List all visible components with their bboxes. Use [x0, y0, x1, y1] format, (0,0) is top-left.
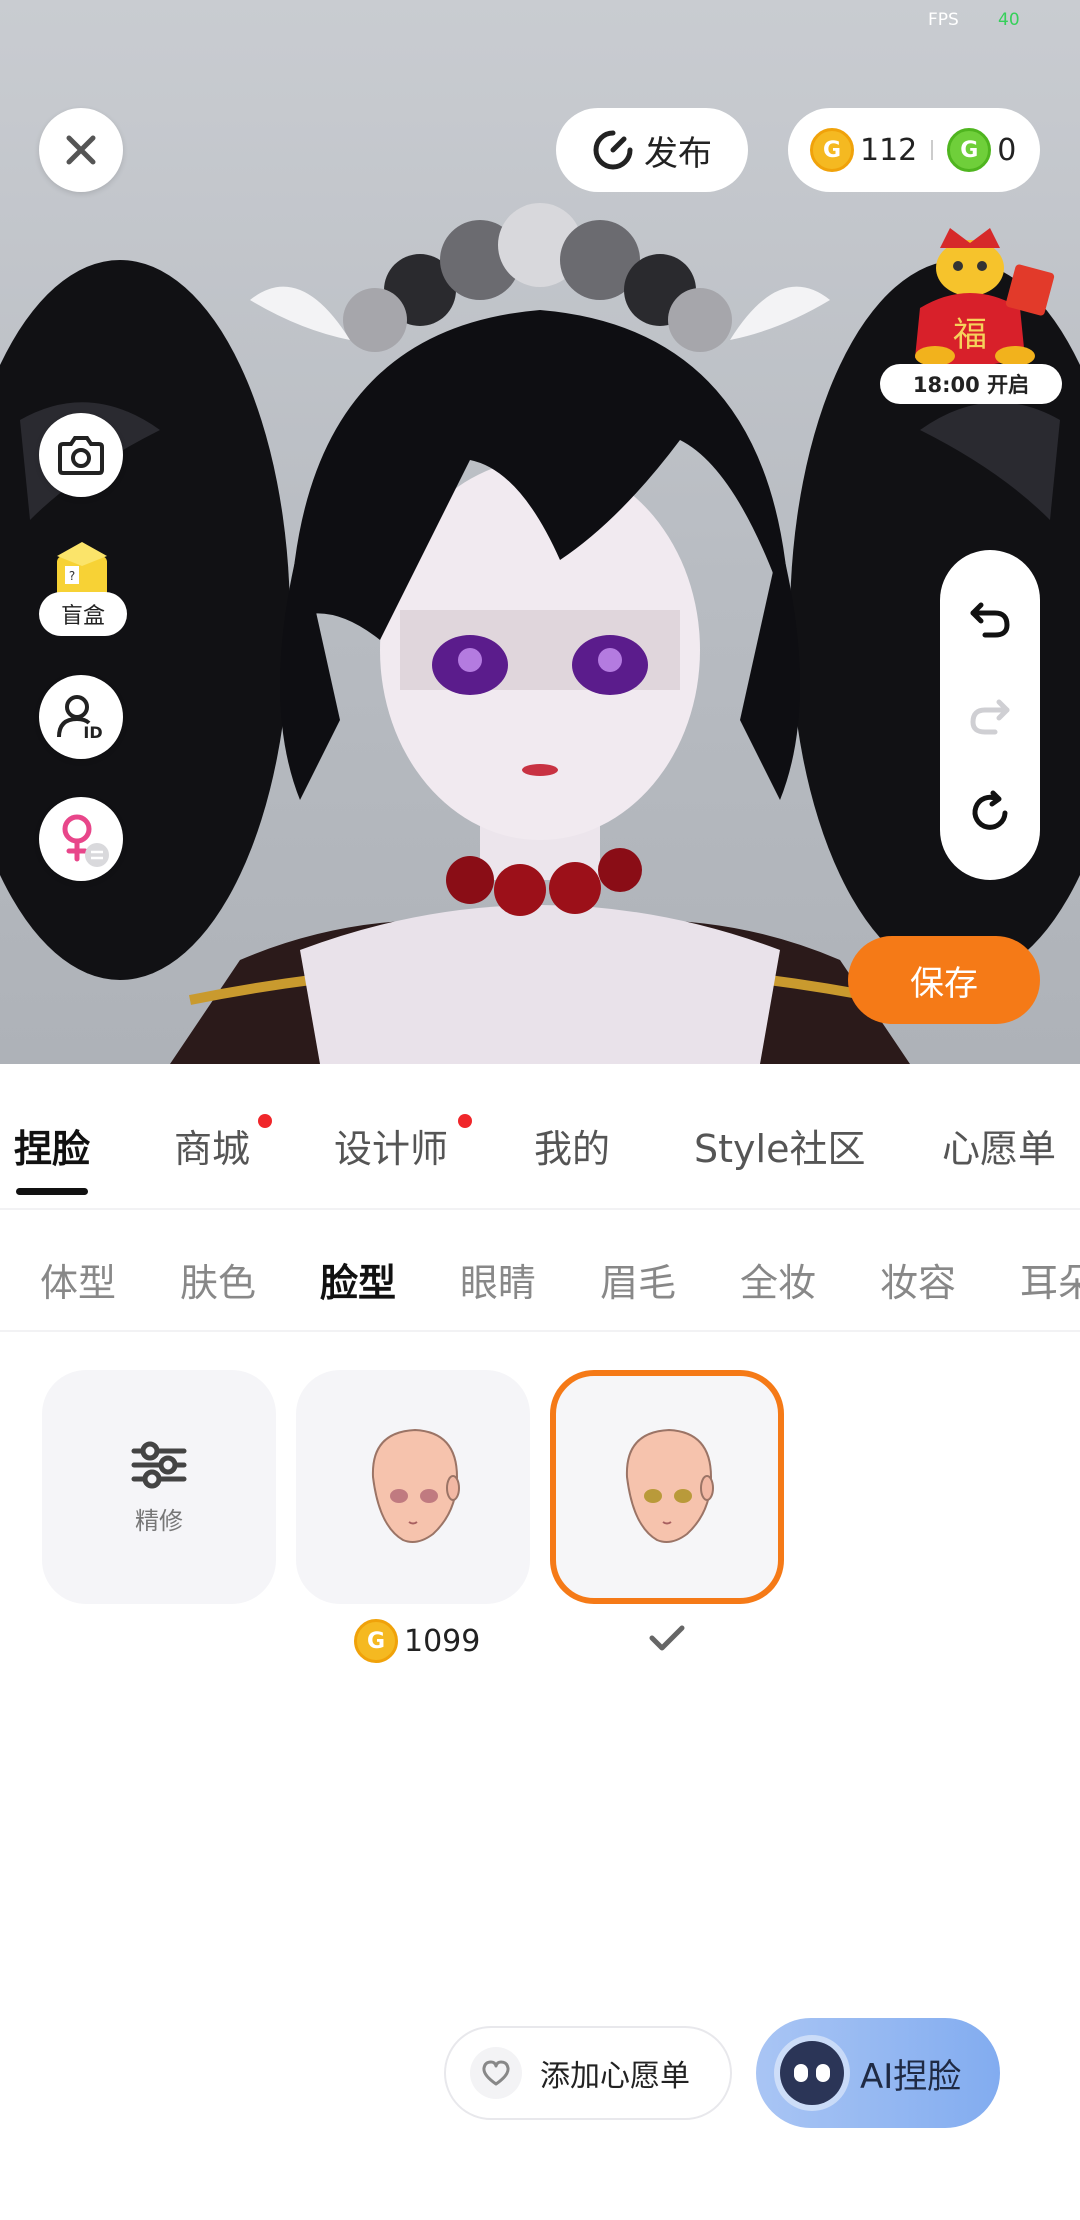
face-option-1-price: G 1099	[354, 1619, 480, 1663]
tab-designer[interactable]: 设计师	[334, 1118, 448, 1173]
tab-mine[interactable]: 我的	[534, 1118, 610, 1173]
profile-id-icon: ID	[57, 695, 103, 742]
blind-box-button[interactable]: ? 盲盒	[39, 536, 127, 640]
close-icon	[66, 135, 96, 165]
active-tab-indicator	[16, 1188, 88, 1195]
undo-icon[interactable]	[967, 595, 1013, 641]
sliders-icon	[131, 1441, 187, 1488]
publish-button[interactable]: 发布	[556, 108, 748, 192]
add-to-wishlist-button[interactable]: 添加心愿单	[444, 2026, 732, 2120]
designer-notification-dot	[458, 1114, 472, 1128]
svg-text:ID: ID	[83, 723, 102, 742]
tab-full-makeup[interactable]: 全妆	[740, 1252, 816, 1307]
camera-button[interactable]	[39, 413, 123, 497]
svg-text:?: ?	[69, 569, 75, 583]
redo-icon[interactable]	[967, 692, 1013, 738]
tab-ears[interactable]: 耳朵	[1020, 1252, 1080, 1307]
shop-notification-dot	[258, 1114, 272, 1128]
blind-box-label: 盲盒	[39, 592, 127, 636]
female-switch-icon	[62, 814, 109, 867]
avatar-stage[interactable]: FPS 40 发布 G 112 G 0 福 18:00 开启 ? 盲盒 ID 保…	[0, 0, 1080, 1064]
gold-coin-icon: G	[354, 1619, 398, 1663]
event-time-label: 18:00 开启	[880, 364, 1062, 404]
refine-card[interactable]: 精修	[42, 1370, 276, 1604]
event-badge[interactable]: 福 18:00 开启	[880, 228, 1064, 408]
gender-switch-button[interactable]	[39, 797, 123, 881]
reset-icon[interactable]	[967, 789, 1013, 835]
coin-divider	[931, 140, 934, 160]
lucky-bag-icon: 福	[915, 228, 1055, 366]
refine-label: 精修	[135, 1506, 183, 1535]
face-preview-image	[625, 1428, 714, 1543]
tab-face[interactable]: 捏脸	[14, 1118, 90, 1173]
heart-icon	[470, 2047, 522, 2099]
tab-body-type[interactable]: 体型	[40, 1252, 116, 1307]
face-shape-option-2[interactable]	[550, 1370, 784, 1604]
wishlist-label: 添加心愿单	[540, 2059, 690, 2094]
tab-makeup[interactable]: 妆容	[880, 1252, 956, 1307]
gold-coin-icon: G	[810, 128, 854, 172]
tab-skin-color[interactable]: 肤色	[180, 1252, 256, 1307]
robot-icon	[780, 2041, 844, 2105]
ai-face-button[interactable]: AI捏脸	[756, 2018, 1000, 2128]
main-tab-bar: 捏脸 商城 设计师 我的 Style社区 心愿单	[0, 1064, 1080, 1210]
checkmark-icon	[649, 1625, 685, 1651]
close-button[interactable]	[39, 108, 123, 192]
tab-face-shape[interactable]: 脸型	[320, 1252, 396, 1307]
editor-panel: 捏脸 商城 设计师 我的 Style社区 心愿单 体型 肤色 脸型 眼睛 眉毛 …	[0, 1064, 1080, 2220]
ai-face-label: AI捏脸	[860, 2056, 962, 2097]
publish-label: 发布	[644, 133, 712, 174]
green-coin-icon: G	[947, 128, 992, 172]
tab-shop[interactable]: 商城	[174, 1118, 250, 1173]
history-controls	[940, 550, 1040, 880]
tab-wishlist[interactable]: 心愿单	[942, 1118, 1056, 1173]
camera-icon	[58, 436, 104, 475]
tab-style-community[interactable]: Style社区	[694, 1118, 865, 1173]
fortune-char: 福	[953, 315, 987, 355]
face-shape-option-1[interactable]	[296, 1370, 530, 1604]
green-coin-count: 0	[997, 132, 1017, 168]
tab-eyes[interactable]: 眼睛	[460, 1252, 536, 1307]
tab-eyebrows[interactable]: 眉毛	[600, 1252, 676, 1307]
currency-balance[interactable]: G 112 G 0	[788, 108, 1040, 192]
profile-id-button[interactable]: ID	[39, 675, 123, 759]
face-preview-image	[371, 1428, 460, 1543]
price-value: 1099	[404, 1623, 481, 1659]
gold-coin-count: 112	[860, 132, 918, 168]
save-button[interactable]: 保存	[848, 936, 1040, 1024]
publish-icon	[593, 130, 633, 170]
category-tab-bar: 体型 肤色 脸型 眼睛 眉毛 全妆 妆容 耳朵	[0, 1212, 1080, 1332]
